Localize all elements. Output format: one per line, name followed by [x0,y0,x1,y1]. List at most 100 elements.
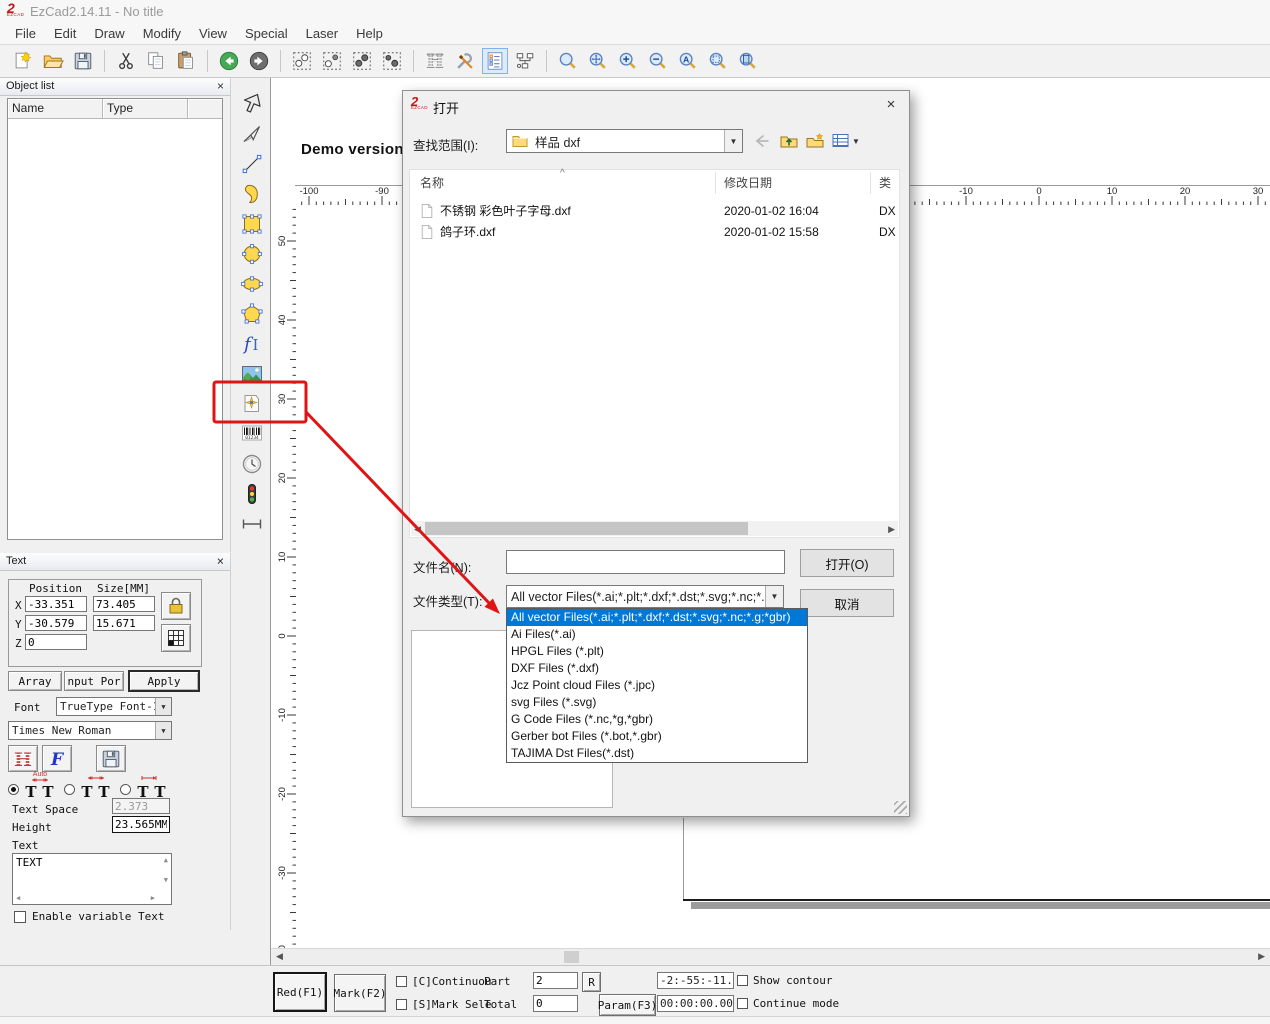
menu-help[interactable]: Help [347,24,392,43]
zoom-button[interactable] [555,48,581,74]
redo-button[interactable] [246,48,272,74]
scrollbar-thumb[interactable] [564,951,579,963]
node-rect-button[interactable] [289,48,315,74]
chevron-down-icon[interactable]: ▼ [765,586,783,607]
file-list-scrollbar[interactable]: ◀ ▶ [411,521,898,536]
mark-selected-checkbox[interactable] [396,999,407,1010]
canvas-horizontal-scrollbar[interactable]: ◀ ▶ [271,948,1270,965]
cancel-button[interactable]: 取消 [800,589,894,617]
x-position-field[interactable] [25,596,87,612]
column-header-type[interactable]: Type [103,99,188,119]
array-button[interactable]: Array [8,671,62,691]
close-icon[interactable]: × [217,554,224,568]
file-type-option[interactable]: HPGL Files (*.plt) [507,643,807,660]
continuous-checkbox[interactable] [396,976,407,987]
tools-button[interactable] [452,48,478,74]
file-row[interactable]: 鸽子环.dxf2020-01-02 15:58DX [410,221,899,242]
file-name-input[interactable] [506,550,785,574]
reset-part-button[interactable]: R [582,972,601,992]
text-panel-header[interactable]: Text × [0,553,230,571]
menu-modify[interactable]: Modify [134,24,190,43]
zoom-page-button[interactable] [735,48,761,74]
file-type-option[interactable]: svg Files (*.svg) [507,694,807,711]
font-type-combobox[interactable]: TrueType Font-15▼ [56,697,172,716]
rect-tool-button[interactable] [238,210,266,238]
undo-button[interactable] [216,48,242,74]
vector-file-tool-button[interactable] [238,390,266,418]
font-name-combobox[interactable]: Times New Roman▼ [8,721,172,740]
zoom-all-button[interactable]: A [675,48,701,74]
node-circle-button[interactable] [319,48,345,74]
structure-button[interactable] [512,48,538,74]
red-f1-button[interactable]: Red(F1) [273,972,327,1012]
open-file-button[interactable] [40,48,66,74]
param-list-button[interactable] [482,48,508,74]
y-position-field[interactable] [25,615,87,631]
ellipse-tool-button[interactable] [238,270,266,298]
scroll-right-icon[interactable]: ▶ [151,894,155,902]
y-size-field[interactable] [93,615,155,631]
file-type-option[interactable]: Gerber bot Files (*.bot,*.gbr) [507,728,807,745]
open-button[interactable]: 打开(O) [800,549,894,577]
text-content-input[interactable]: TEXT [14,855,160,891]
input-port-button[interactable]: nput Por [64,671,124,691]
list-column-date[interactable]: 修改日期 [724,174,772,191]
x-size-field[interactable] [93,596,155,612]
scroll-right-icon[interactable]: ▶ [1258,951,1265,962]
bitmap-tool-button[interactable] [238,360,266,388]
file-type-option[interactable]: TAJIMA Dst Files(*.dst) [507,745,807,762]
menu-edit[interactable]: Edit [45,24,85,43]
new-folder-icon[interactable] [805,131,825,151]
text-space-field[interactable] [112,798,170,814]
node-dark2-button[interactable] [379,48,405,74]
menu-special[interactable]: Special [236,24,297,43]
zoom-in-button[interactable] [615,48,641,74]
view-menu-icon[interactable] [831,132,850,149]
resize-grip[interactable] [894,801,907,814]
menu-draw[interactable]: Draw [85,24,133,43]
scroll-down-icon[interactable]: ▼ [164,876,168,884]
text-tool-button[interactable]: fI [238,330,266,358]
barcode-tool-button[interactable]: 01234 [238,420,266,448]
scroll-left-icon[interactable]: ◀ [414,524,421,535]
file-type-combobox[interactable]: All vector Files(*.ai;*.plt;*.dxf;*.dst;… [506,585,784,608]
hatch-text-button[interactable]: H [8,745,38,772]
select-tool-button[interactable] [238,90,266,118]
save-text-button[interactable] [96,745,126,772]
hatch-button[interactable]: H [422,48,448,74]
chevron-down-icon[interactable]: ▼ [724,130,742,152]
view-menu-chevron-icon[interactable]: ▼ [852,137,860,146]
look-in-combobox[interactable]: 样品 dxf ▼ [506,129,743,153]
auto-space-radio[interactable] [8,784,19,795]
up-folder-icon[interactable] [779,131,799,151]
curve-tool-button[interactable] [238,180,266,208]
width-space-radio[interactable] [120,784,131,795]
dialog-close-icon[interactable]: × [881,96,901,113]
lock-ratio-button[interactable] [161,592,191,620]
height-field[interactable] [112,816,170,833]
scrollbar-thumb[interactable] [425,522,748,535]
io-tool-button[interactable] [238,480,266,508]
node-edit-tool-button[interactable] [238,120,266,148]
column-separator[interactable] [715,172,716,194]
file-type-option[interactable]: All vector Files(*.ai;*.plt;*.dxf;*.dst;… [507,609,807,626]
menu-view[interactable]: View [190,24,236,43]
file-list[interactable]: 名称 ^ 修改日期 类 不锈钢 彩色叶子字母.dxf2020-01-02 16:… [409,169,900,538]
copy-button[interactable] [143,48,169,74]
extend-axis-tool-button[interactable] [238,510,266,538]
char-space-radio[interactable] [64,784,75,795]
file-row[interactable]: 不锈钢 彩色叶子字母.dxf2020-01-02 16:04DX [410,200,899,221]
object-list-body[interactable]: Name Type [7,98,223,540]
column-separator[interactable] [870,172,871,194]
menu-laser[interactable]: Laser [297,24,348,43]
part-count-field[interactable] [533,972,578,989]
column-header-name[interactable]: Name [8,99,103,119]
back-nav-icon[interactable] [751,131,771,151]
scroll-left-icon[interactable]: ◀ [276,951,283,962]
paste-button[interactable] [173,48,199,74]
total-count-field[interactable] [533,995,578,1012]
delay-tool-button[interactable] [238,450,266,478]
list-column-name[interactable]: 名称 [420,174,444,191]
param-f3-button[interactable]: Param(F3) [599,994,656,1016]
cut-button[interactable] [113,48,139,74]
